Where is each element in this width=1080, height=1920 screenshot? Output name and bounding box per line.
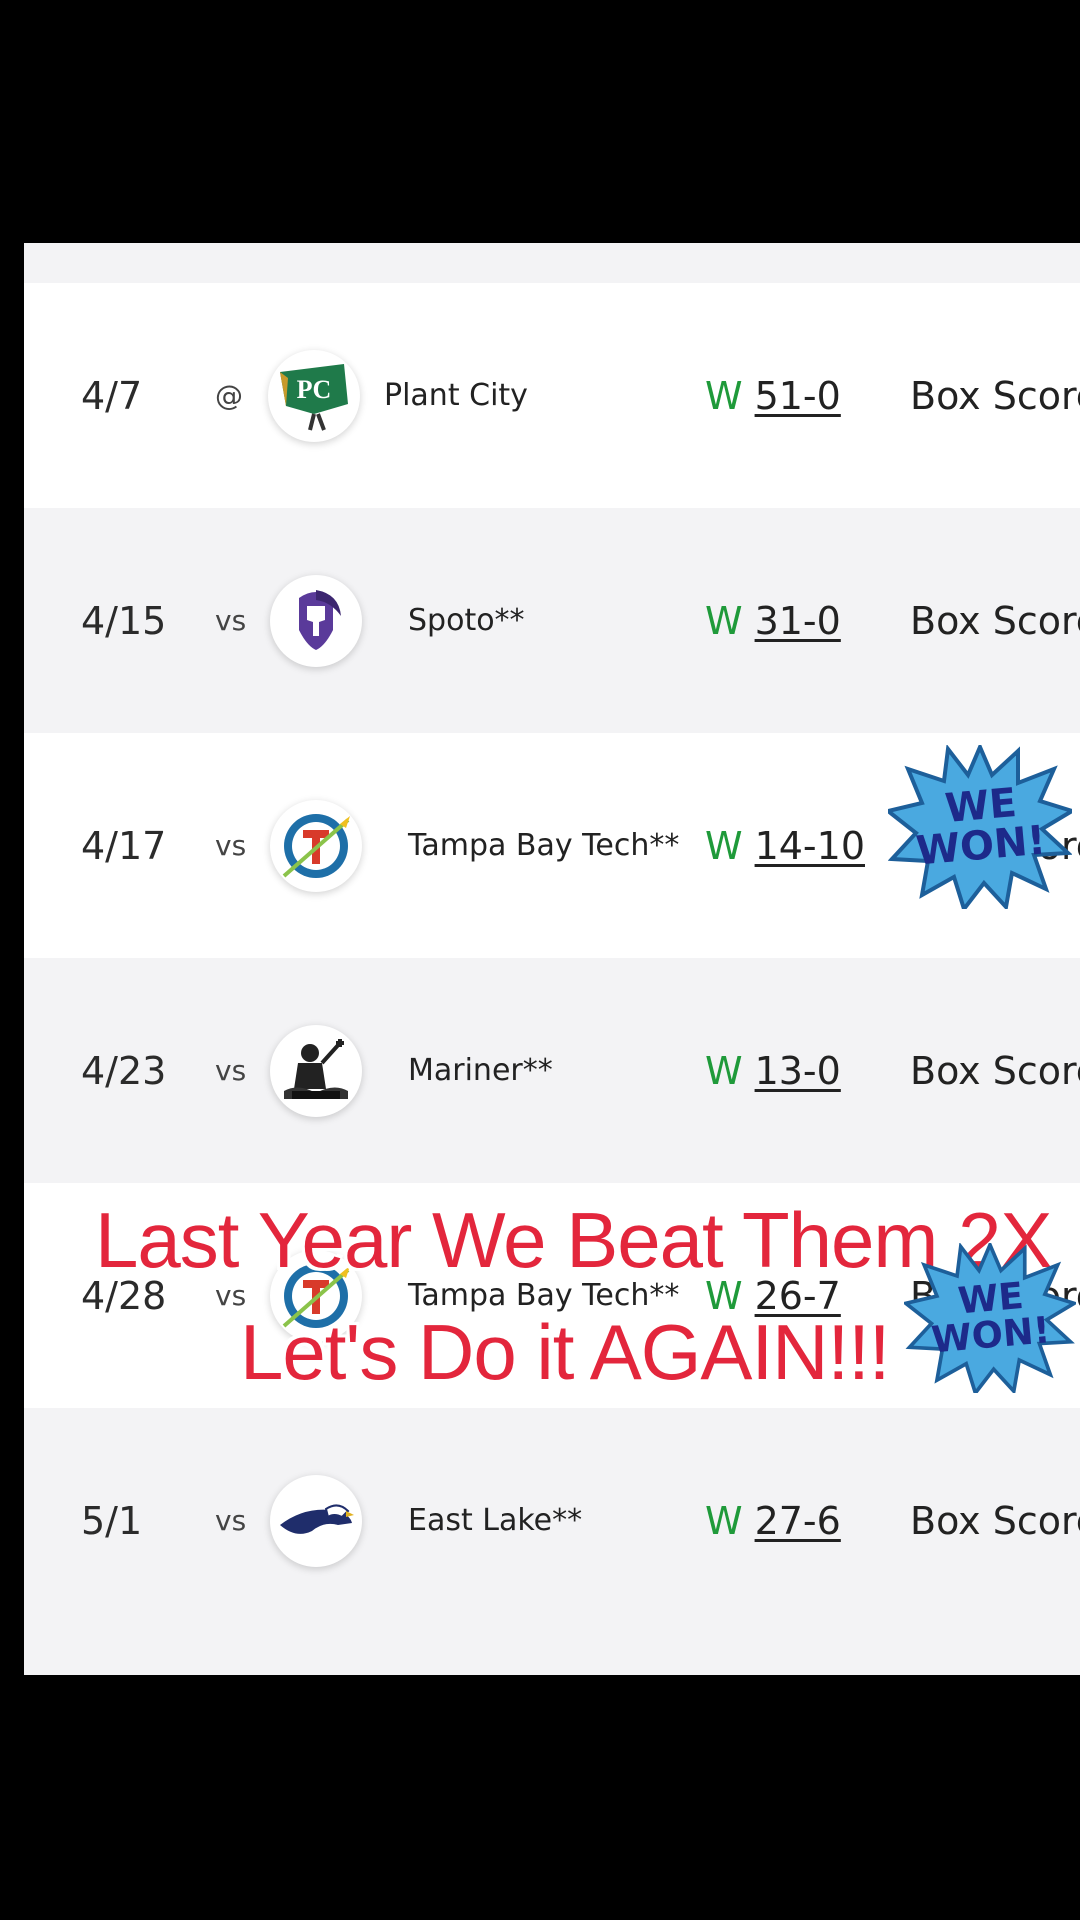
svg-text:PC: PC [297, 375, 332, 404]
game-location: @ [215, 379, 243, 412]
east-lake-logo-icon [270, 1474, 362, 1567]
schedule-panel: 4/7 @ PC Plant City W 51-0 Box Score 4/1… [24, 243, 1080, 1675]
score-link[interactable]: 13-0 [755, 1049, 841, 1093]
team-logo[interactable] [270, 1408, 362, 1633]
game-date: 4/15 [81, 598, 167, 643]
game-location: vs [215, 829, 247, 862]
we-won-badge: WE WON! [901, 1240, 1079, 1397]
bottom-strip [24, 1633, 1080, 1675]
score-link[interactable]: 14-10 [755, 824, 865, 868]
box-score-link[interactable]: Box Score [910, 283, 1080, 508]
mariner-logo-icon [270, 1024, 362, 1117]
team-name[interactable]: Plant City [384, 283, 528, 508]
game-date: 4/17 [81, 823, 167, 868]
game-result: W 13-0 [705, 958, 841, 1183]
win-indicator: W [705, 373, 743, 418]
team-name[interactable]: Spoto** [408, 508, 525, 733]
table-row: 4/15 vs Spoto** W 31-0 Box Score [24, 508, 1080, 733]
game-date: 4/7 [81, 373, 143, 418]
table-row: 5/1 vs East Lake** W 27-6 Box Score [24, 1408, 1080, 1633]
tampa-bay-tech-logo-icon [270, 799, 362, 892]
win-indicator: W [705, 598, 743, 643]
game-result: W 27-6 [705, 1408, 841, 1633]
top-strip [24, 243, 1080, 283]
score-link[interactable]: 27-6 [755, 1499, 841, 1543]
team-logo[interactable] [270, 733, 362, 958]
game-date: 4/23 [81, 1048, 167, 1093]
team-name[interactable]: Tampa Bay Tech** [408, 733, 679, 958]
box-score-link[interactable]: Box Score [910, 508, 1080, 733]
we-won-badge: WE WON! [883, 741, 1077, 914]
spoto-logo-icon [270, 574, 362, 667]
win-indicator: W [705, 823, 743, 868]
game-date: 5/1 [81, 1498, 143, 1543]
game-location: vs [215, 1504, 247, 1537]
game-result: W 51-0 [705, 283, 841, 508]
plant-city-logo-icon: PC [268, 349, 360, 442]
team-logo[interactable] [270, 958, 362, 1183]
win-indicator: W [705, 1048, 743, 1093]
table-row: 4/7 @ PC Plant City W 51-0 Box Score [24, 283, 1080, 508]
box-score-link[interactable]: Box Score [910, 958, 1080, 1183]
team-logo[interactable]: PC [268, 283, 360, 508]
box-score-link[interactable]: Box Score [910, 1408, 1080, 1633]
game-location: vs [215, 1054, 247, 1087]
team-logo[interactable] [270, 508, 362, 733]
game-location: vs [215, 604, 247, 637]
game-result: W 14-10 [705, 733, 865, 958]
win-indicator: W [705, 1498, 743, 1543]
team-name[interactable]: Mariner** [408, 958, 553, 1183]
overlay-caption-line-2: Let's Do it AGAIN!!! [240, 1308, 890, 1396]
game-result: W 31-0 [705, 508, 841, 733]
team-name[interactable]: East Lake** [408, 1408, 582, 1633]
score-link[interactable]: 31-0 [755, 599, 841, 643]
score-link[interactable]: 51-0 [755, 374, 841, 418]
table-row: 4/23 vs Mariner** W 13-0 Box Score [24, 958, 1080, 1183]
